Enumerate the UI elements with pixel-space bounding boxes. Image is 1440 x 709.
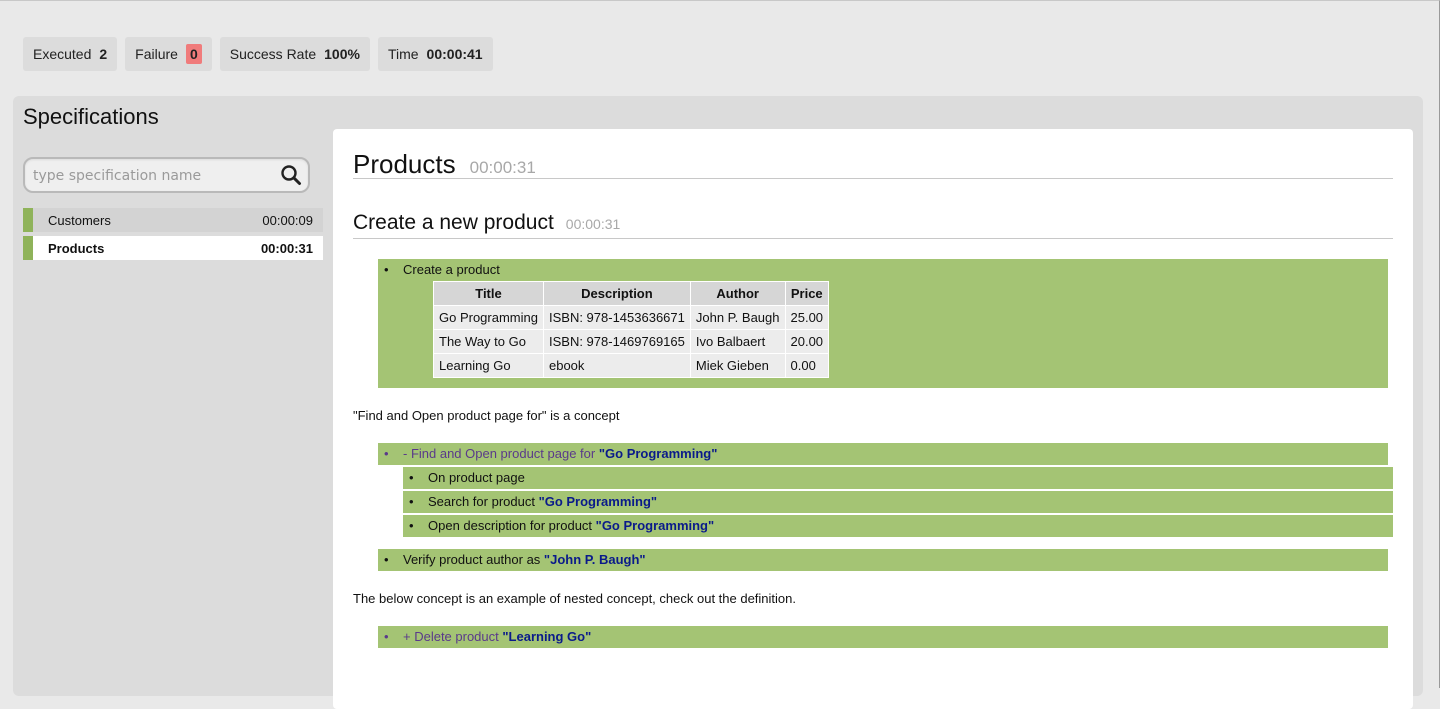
bullet: • bbox=[409, 494, 414, 509]
scenario-title-text: Create a new product bbox=[353, 211, 554, 234]
bullet: • bbox=[384, 446, 389, 461]
step-line: • Verify product author as "John P. Baug… bbox=[378, 549, 1388, 571]
bullet: • bbox=[384, 262, 389, 277]
step-line: • Create a product bbox=[378, 259, 1388, 281]
step-line: • On product page bbox=[403, 467, 1393, 489]
step-line: • Open description for product "Go Progr… bbox=[403, 515, 1393, 537]
search-icon[interactable] bbox=[280, 164, 302, 186]
spec-list: Customers 00:00:09 Products 00:00:31 bbox=[23, 208, 323, 264]
table-cell: ISBN: 978-1469769165 bbox=[542, 329, 691, 354]
column-header-description: Description bbox=[542, 281, 691, 306]
time-value: 00:00:41 bbox=[426, 46, 483, 62]
spec-title: Products 00:00:31 bbox=[353, 149, 1393, 179]
table-cell: John P. Baugh bbox=[689, 305, 786, 330]
bullet: • bbox=[409, 518, 414, 533]
table-cell: ebook bbox=[542, 353, 691, 378]
time-label: Time bbox=[387, 46, 419, 62]
spec-item-name: Products bbox=[48, 240, 105, 256]
spec-item-time: 00:00:31 bbox=[260, 240, 313, 256]
concept-text: + Delete product bbox=[403, 629, 503, 644]
step-param: "Go Programming" bbox=[538, 494, 658, 509]
table-cell: Go Programming bbox=[433, 305, 544, 330]
table-cell: 0.00 bbox=[784, 353, 830, 378]
bullet: • bbox=[384, 629, 389, 644]
column-header-price: Price bbox=[784, 281, 830, 306]
table-cell: 20.00 bbox=[784, 329, 830, 354]
create-product-step: • Create a product Title Description Aut… bbox=[378, 259, 1388, 388]
panel-title: Specifications bbox=[23, 104, 159, 129]
concept-sub-steps: • On product page • Search for product "… bbox=[403, 467, 1393, 537]
table-row: The Way to Go ISBN: 978-1469769165 Ivo B… bbox=[433, 329, 830, 354]
executed-label: Executed bbox=[33, 46, 92, 62]
step-line: • - Find and Open product page for "Go P… bbox=[378, 443, 1388, 465]
concept-sub-step: • Search for product "Go Programming" bbox=[403, 491, 1393, 513]
step-text: On product page bbox=[428, 470, 525, 485]
table-cell: The Way to Go bbox=[433, 329, 544, 354]
bullet: • bbox=[384, 552, 389, 567]
column-header-author: Author bbox=[689, 281, 786, 306]
spec-item-name: Customers bbox=[48, 212, 111, 228]
spec-item-customers[interactable]: Customers 00:00:09 bbox=[23, 208, 323, 232]
table-header-row: Title Description Author Price bbox=[433, 281, 830, 306]
delete-product-concept[interactable]: • + Delete product "Learning Go" bbox=[378, 626, 1388, 648]
step-text: Open description for product bbox=[428, 518, 596, 533]
concept-sub-step: • Open description for product "Go Progr… bbox=[403, 515, 1393, 537]
failure-count-badge: 0 bbox=[185, 44, 202, 64]
column-header-title: Title bbox=[433, 281, 544, 306]
executed-value: 2 bbox=[99, 46, 108, 62]
spec-item-time: 00:00:09 bbox=[262, 212, 313, 228]
nested-concept-note: The below concept is an example of neste… bbox=[353, 591, 796, 606]
success-rate-label: Success Rate bbox=[229, 46, 317, 62]
bullet: • bbox=[409, 470, 414, 485]
spec-title-text: Products bbox=[353, 149, 456, 179]
success-rate-value: 100% bbox=[324, 46, 360, 62]
step-param: "John P. Baugh" bbox=[543, 552, 646, 567]
table-cell: ISBN: 978-1453636671 bbox=[542, 305, 691, 330]
verify-author-step: • Verify product author as "John P. Baug… bbox=[378, 549, 1388, 571]
table-row: Go Programming ISBN: 978-1453636671 John… bbox=[433, 305, 830, 330]
success-rate-stat: Success Rate 100% bbox=[219, 37, 370, 71]
table-row: Learning Go ebook Miek Gieben 0.00 bbox=[433, 353, 830, 378]
concept-text: - Find and Open product page for bbox=[403, 446, 599, 461]
step-param: "Go Programming" bbox=[598, 446, 718, 461]
products-table: Title Description Author Price Go Progra… bbox=[433, 281, 830, 378]
table-cell: Miek Gieben bbox=[689, 353, 786, 378]
concept-group: • - Find and Open product page for "Go P… bbox=[353, 443, 1393, 537]
failure-stat: Failure 0 bbox=[125, 37, 212, 71]
step-param: "Learning Go" bbox=[502, 629, 592, 644]
time-stat: Time 00:00:41 bbox=[377, 37, 493, 71]
concept-sub-step: • On product page bbox=[403, 467, 1393, 489]
summary-stats-bar: Executed 2 Failure 0 Success Rate 100% T… bbox=[23, 37, 493, 71]
executed-stat: Executed 2 bbox=[23, 37, 118, 71]
table-cell: 25.00 bbox=[784, 305, 830, 330]
step-line: • + Delete product "Learning Go" bbox=[378, 626, 1388, 648]
scenario-time: 00:00:31 bbox=[565, 216, 621, 232]
concept-note: "Find and Open product page for" is a co… bbox=[353, 408, 620, 423]
step-text: Search for product bbox=[428, 494, 539, 509]
table-cell: Learning Go bbox=[433, 353, 544, 378]
specifications-panel: Specifications Customers 00:00:09 Produc… bbox=[13, 96, 1423, 709]
spec-search-input[interactable] bbox=[31, 159, 275, 193]
scenario-title: Create a new product 00:00:31 bbox=[353, 211, 1393, 239]
spec-search-box bbox=[23, 157, 310, 193]
step-param: "Go Programming" bbox=[595, 518, 715, 533]
failure-label: Failure bbox=[135, 46, 178, 62]
concept-step[interactable]: • - Find and Open product page for "Go P… bbox=[378, 443, 1388, 465]
step-line: • Search for product "Go Programming" bbox=[403, 491, 1393, 513]
spec-content: Products 00:00:31 Create a new product 00:… bbox=[333, 129, 1413, 709]
step-text: Create a product bbox=[403, 262, 500, 277]
table-cell: Ivo Balbaert bbox=[689, 329, 786, 354]
spec-item-products[interactable]: Products 00:00:31 bbox=[23, 236, 323, 260]
spec-time: 00:00:31 bbox=[469, 158, 536, 177]
step-text: Verify product author as bbox=[403, 552, 544, 567]
